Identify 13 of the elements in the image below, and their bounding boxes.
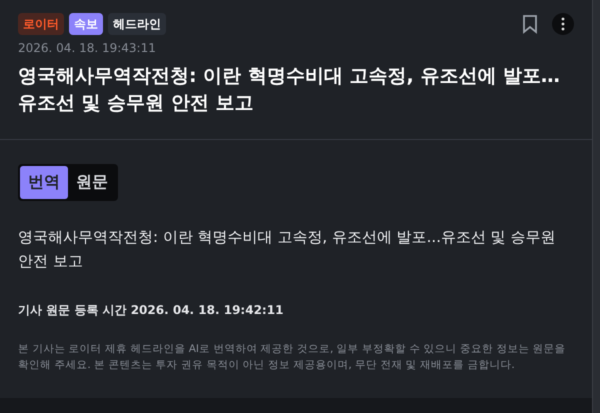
tag: 속보 bbox=[69, 13, 103, 35]
article-body: 영국해사무역작전청: 이란 혁명수비대 고속정, 유조선에 발포...유조선 및 승무원 안전 보고 bbox=[18, 227, 557, 272]
tag: 헤드라인 bbox=[108, 13, 166, 35]
toggle-option[interactable]: 번역 bbox=[20, 166, 68, 199]
headline: 영국해사무역작전청: 이란 혁명수비대 고속정, 유조선에 발포…유조선 및 승무원 안전 보고 bbox=[18, 64, 561, 116]
timestamp: 2026. 04. 18. 19:43:11 bbox=[18, 41, 157, 55]
disclaimer: 본 기사는 로이터 제휴 헤드라인을 AI로 번역하여 제공한 것으로, 일부 부정확할 수 있으니 중요한 정보는 원문을 확인해 주세요. 본 콘텐츠는 투자 권유 목적이 아닌 정보 제공용이며, 무단 전재 및 재배포를 금합니다. bbox=[18, 342, 567, 373]
toggle-option[interactable]: 원문 bbox=[68, 166, 116, 199]
tag: 로이터 bbox=[18, 13, 64, 35]
original-time: 기사 원문 등록 시간 2026. 04. 18. 19:42:11 bbox=[18, 302, 284, 319]
bookmark-icon[interactable] bbox=[522, 14, 538, 34]
scrollbar[interactable] bbox=[592, 0, 600, 413]
more-icon[interactable] bbox=[552, 13, 574, 35]
